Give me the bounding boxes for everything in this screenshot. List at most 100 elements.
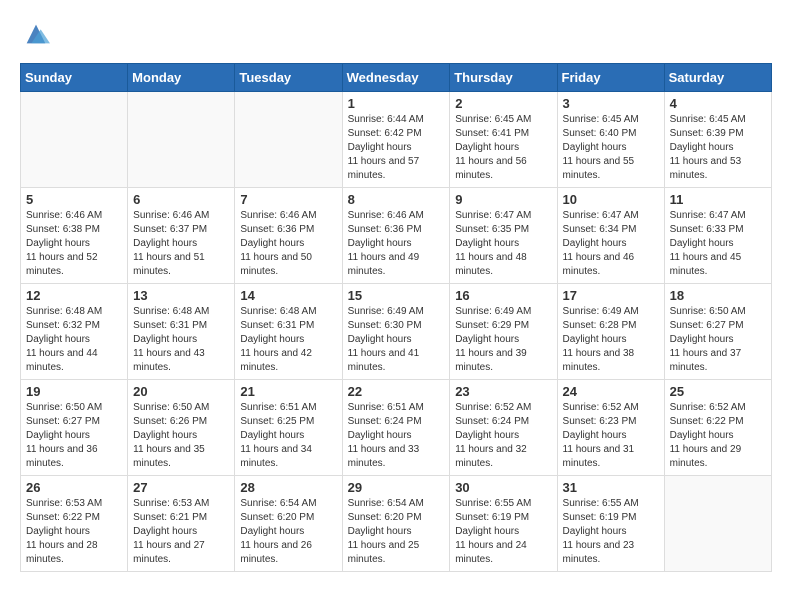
calendar-cell	[21, 92, 128, 188]
calendar-cell: 20 Sunrise: 6:50 AM Sunset: 6:26 PM Dayl…	[128, 380, 235, 476]
page-header	[20, 20, 772, 53]
day-number: 21	[240, 384, 336, 399]
calendar-table: SundayMondayTuesdayWednesdayThursdayFrid…	[20, 63, 772, 572]
day-info: Sunrise: 6:45 AM Sunset: 6:41 PM Dayligh…	[455, 113, 551, 183]
day-info: Sunrise: 6:55 AM Sunset: 6:19 PM Dayligh…	[563, 497, 659, 567]
day-number: 15	[348, 288, 445, 303]
weekday-header: Tuesday	[235, 64, 342, 92]
calendar-cell: 24 Sunrise: 6:52 AM Sunset: 6:23 PM Dayl…	[557, 380, 664, 476]
weekday-header: Thursday	[450, 64, 557, 92]
calendar-cell: 28 Sunrise: 6:54 AM Sunset: 6:20 PM Dayl…	[235, 476, 342, 572]
day-info: Sunrise: 6:45 AM Sunset: 6:40 PM Dayligh…	[563, 113, 659, 183]
calendar-cell: 5 Sunrise: 6:46 AM Sunset: 6:38 PM Dayli…	[21, 188, 128, 284]
day-number: 8	[348, 192, 445, 207]
weekday-header: Monday	[128, 64, 235, 92]
calendar-week-row: 12 Sunrise: 6:48 AM Sunset: 6:32 PM Dayl…	[21, 284, 772, 380]
day-info: Sunrise: 6:46 AM Sunset: 6:36 PM Dayligh…	[348, 209, 445, 279]
day-number: 10	[563, 192, 659, 207]
day-info: Sunrise: 6:50 AM Sunset: 6:26 PM Dayligh…	[133, 401, 229, 471]
calendar-cell	[664, 476, 771, 572]
day-info: Sunrise: 6:48 AM Sunset: 6:32 PM Dayligh…	[26, 305, 122, 375]
weekday-header: Saturday	[664, 64, 771, 92]
calendar-week-row: 1 Sunrise: 6:44 AM Sunset: 6:42 PM Dayli…	[21, 92, 772, 188]
day-info: Sunrise: 6:49 AM Sunset: 6:29 PM Dayligh…	[455, 305, 551, 375]
day-info: Sunrise: 6:47 AM Sunset: 6:33 PM Dayligh…	[670, 209, 766, 279]
calendar-cell: 9 Sunrise: 6:47 AM Sunset: 6:35 PM Dayli…	[450, 188, 557, 284]
day-info: Sunrise: 6:55 AM Sunset: 6:19 PM Dayligh…	[455, 497, 551, 567]
day-number: 29	[348, 480, 445, 495]
calendar-cell: 8 Sunrise: 6:46 AM Sunset: 6:36 PM Dayli…	[342, 188, 450, 284]
day-number: 11	[670, 192, 766, 207]
day-info: Sunrise: 6:52 AM Sunset: 6:22 PM Dayligh…	[670, 401, 766, 471]
calendar-cell: 26 Sunrise: 6:53 AM Sunset: 6:22 PM Dayl…	[21, 476, 128, 572]
calendar-cell: 12 Sunrise: 6:48 AM Sunset: 6:32 PM Dayl…	[21, 284, 128, 380]
day-number: 22	[348, 384, 445, 399]
calendar-cell: 25 Sunrise: 6:52 AM Sunset: 6:22 PM Dayl…	[664, 380, 771, 476]
day-info: Sunrise: 6:50 AM Sunset: 6:27 PM Dayligh…	[26, 401, 122, 471]
day-info: Sunrise: 6:47 AM Sunset: 6:34 PM Dayligh…	[563, 209, 659, 279]
calendar-cell: 3 Sunrise: 6:45 AM Sunset: 6:40 PM Dayli…	[557, 92, 664, 188]
day-number: 4	[670, 96, 766, 111]
day-info: Sunrise: 6:45 AM Sunset: 6:39 PM Dayligh…	[670, 113, 766, 183]
weekday-header: Sunday	[21, 64, 128, 92]
calendar-cell: 19 Sunrise: 6:50 AM Sunset: 6:27 PM Dayl…	[21, 380, 128, 476]
day-info: Sunrise: 6:53 AM Sunset: 6:21 PM Dayligh…	[133, 497, 229, 567]
day-number: 25	[670, 384, 766, 399]
calendar-week-row: 5 Sunrise: 6:46 AM Sunset: 6:38 PM Dayli…	[21, 188, 772, 284]
calendar-cell: 2 Sunrise: 6:45 AM Sunset: 6:41 PM Dayli…	[450, 92, 557, 188]
calendar-cell: 6 Sunrise: 6:46 AM Sunset: 6:37 PM Dayli…	[128, 188, 235, 284]
day-number: 24	[563, 384, 659, 399]
day-number: 19	[26, 384, 122, 399]
day-number: 30	[455, 480, 551, 495]
calendar-week-row: 19 Sunrise: 6:50 AM Sunset: 6:27 PM Dayl…	[21, 380, 772, 476]
calendar-cell: 1 Sunrise: 6:44 AM Sunset: 6:42 PM Dayli…	[342, 92, 450, 188]
day-number: 20	[133, 384, 229, 399]
day-info: Sunrise: 6:47 AM Sunset: 6:35 PM Dayligh…	[455, 209, 551, 279]
calendar-cell: 14 Sunrise: 6:48 AM Sunset: 6:31 PM Dayl…	[235, 284, 342, 380]
day-number: 3	[563, 96, 659, 111]
day-info: Sunrise: 6:46 AM Sunset: 6:37 PM Dayligh…	[133, 209, 229, 279]
day-number: 27	[133, 480, 229, 495]
calendar-cell: 21 Sunrise: 6:51 AM Sunset: 6:25 PM Dayl…	[235, 380, 342, 476]
calendar-cell: 4 Sunrise: 6:45 AM Sunset: 6:39 PM Dayli…	[664, 92, 771, 188]
day-number: 12	[26, 288, 122, 303]
weekday-header: Wednesday	[342, 64, 450, 92]
day-number: 16	[455, 288, 551, 303]
logo	[20, 20, 50, 53]
day-number: 6	[133, 192, 229, 207]
weekday-header: Friday	[557, 64, 664, 92]
calendar-cell: 7 Sunrise: 6:46 AM Sunset: 6:36 PM Dayli…	[235, 188, 342, 284]
calendar-cell	[128, 92, 235, 188]
day-number: 23	[455, 384, 551, 399]
day-info: Sunrise: 6:46 AM Sunset: 6:38 PM Dayligh…	[26, 209, 122, 279]
day-info: Sunrise: 6:53 AM Sunset: 6:22 PM Dayligh…	[26, 497, 122, 567]
day-info: Sunrise: 6:54 AM Sunset: 6:20 PM Dayligh…	[348, 497, 445, 567]
calendar-cell: 27 Sunrise: 6:53 AM Sunset: 6:21 PM Dayl…	[128, 476, 235, 572]
calendar-cell: 15 Sunrise: 6:49 AM Sunset: 6:30 PM Dayl…	[342, 284, 450, 380]
day-number: 17	[563, 288, 659, 303]
day-number: 18	[670, 288, 766, 303]
day-number: 31	[563, 480, 659, 495]
calendar-cell: 11 Sunrise: 6:47 AM Sunset: 6:33 PM Dayl…	[664, 188, 771, 284]
calendar-week-row: 26 Sunrise: 6:53 AM Sunset: 6:22 PM Dayl…	[21, 476, 772, 572]
calendar-cell: 10 Sunrise: 6:47 AM Sunset: 6:34 PM Dayl…	[557, 188, 664, 284]
day-number: 5	[26, 192, 122, 207]
day-number: 28	[240, 480, 336, 495]
day-info: Sunrise: 6:50 AM Sunset: 6:27 PM Dayligh…	[670, 305, 766, 375]
calendar-cell: 16 Sunrise: 6:49 AM Sunset: 6:29 PM Dayl…	[450, 284, 557, 380]
calendar-cell: 22 Sunrise: 6:51 AM Sunset: 6:24 PM Dayl…	[342, 380, 450, 476]
calendar-cell: 23 Sunrise: 6:52 AM Sunset: 6:24 PM Dayl…	[450, 380, 557, 476]
day-number: 26	[26, 480, 122, 495]
day-number: 7	[240, 192, 336, 207]
day-info: Sunrise: 6:52 AM Sunset: 6:24 PM Dayligh…	[455, 401, 551, 471]
day-number: 2	[455, 96, 551, 111]
calendar-cell: 17 Sunrise: 6:49 AM Sunset: 6:28 PM Dayl…	[557, 284, 664, 380]
day-info: Sunrise: 6:49 AM Sunset: 6:28 PM Dayligh…	[563, 305, 659, 375]
day-number: 13	[133, 288, 229, 303]
day-number: 14	[240, 288, 336, 303]
calendar-cell: 31 Sunrise: 6:55 AM Sunset: 6:19 PM Dayl…	[557, 476, 664, 572]
day-info: Sunrise: 6:54 AM Sunset: 6:20 PM Dayligh…	[240, 497, 336, 567]
day-info: Sunrise: 6:48 AM Sunset: 6:31 PM Dayligh…	[240, 305, 336, 375]
day-info: Sunrise: 6:51 AM Sunset: 6:25 PM Dayligh…	[240, 401, 336, 471]
day-info: Sunrise: 6:48 AM Sunset: 6:31 PM Dayligh…	[133, 305, 229, 375]
